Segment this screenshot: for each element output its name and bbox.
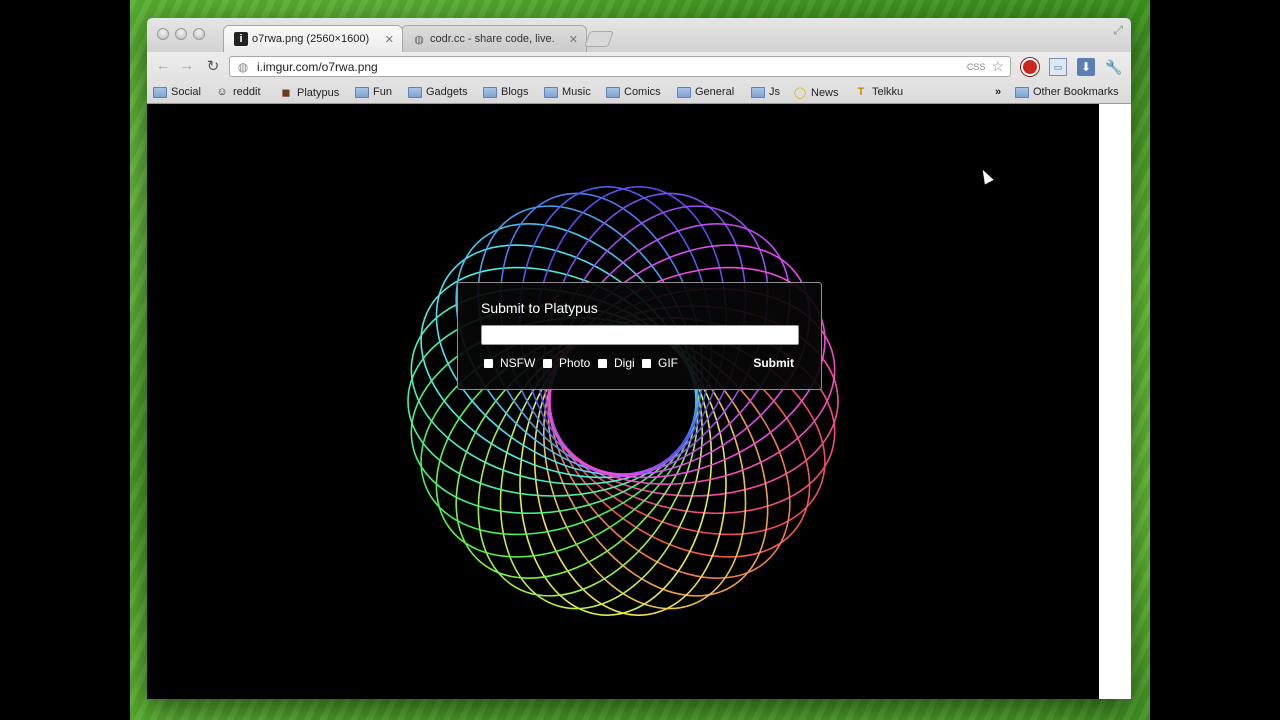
css-extension-icon[interactable]: CSS [967, 62, 986, 72]
folder-icon [751, 86, 765, 98]
spirograph-image [407, 186, 839, 616]
stop-extension-icon[interactable] [1021, 58, 1039, 76]
option-digi[interactable]: Digi [598, 356, 635, 370]
minimize-window-button[interactable] [175, 28, 187, 40]
digi-checkbox[interactable] [598, 358, 607, 368]
photo-checkbox[interactable] [543, 358, 552, 368]
news-icon: ◯ [793, 87, 807, 99]
tab-title: o7rwa.png (2560×1600) [252, 33, 370, 45]
folder-icon [408, 86, 422, 98]
back-button[interactable]: ← [153, 57, 173, 74]
zoom-window-button[interactable] [193, 28, 205, 40]
tab-title: codr.cc - share code, live. [430, 33, 555, 45]
download-extension-icon[interactable]: ⬇ [1077, 58, 1095, 76]
bookmark-blogs[interactable]: Blogs [483, 86, 529, 98]
page-info-icon[interactable]: ◍ [235, 60, 251, 74]
bookmark-music[interactable]: Music [544, 86, 591, 98]
new-tab-button[interactable] [584, 31, 614, 47]
option-nsfw[interactable]: NSFW [484, 356, 535, 370]
folder-icon [544, 86, 558, 98]
url-text[interactable]: i.imgur.com/o7rwa.png [257, 60, 967, 74]
wrench-menu-icon[interactable]: 🔧 [1105, 58, 1123, 76]
folder-icon [1015, 86, 1029, 98]
mouse-cursor-icon [978, 167, 994, 185]
tab-imgur-image[interactable]: i o7rwa.png (2560×1600) ✕ [223, 25, 403, 52]
reddit-icon: ☺ [216, 86, 228, 98]
submit-button[interactable]: Submit [753, 356, 794, 370]
close-tab-icon[interactable]: ✕ [385, 33, 394, 46]
submit-platypus-dialog: Submit to Platypus NSFW Photo Digi GIF S… [457, 282, 822, 390]
address-bar[interactable]: ◍ i.imgur.com/o7rwa.png CSS ☆ [229, 56, 1011, 77]
bookmark-other-bookmarks[interactable]: Other Bookmarks [1015, 86, 1119, 98]
bookmark-general[interactable]: General [677, 86, 734, 98]
gif-checkbox[interactable] [642, 358, 651, 368]
submit-url-input[interactable] [481, 325, 799, 345]
tab-codr[interactable]: ◍ codr.cc - share code, live. ✕ [401, 25, 587, 52]
reload-button[interactable]: ↻ [203, 57, 223, 75]
browser-window: i o7rwa.png (2560×1600) ✕ ◍ codr.cc - sh… [147, 18, 1131, 699]
folder-icon [355, 86, 369, 98]
bookmark-gadgets[interactable]: Gadgets [408, 86, 468, 98]
bookmark-star-icon[interactable]: ☆ [991, 58, 1004, 75]
page-content: Submit to Platypus NSFW Photo Digi GIF S… [147, 104, 1131, 699]
bookmark-news[interactable]: ◯ News [793, 86, 839, 100]
close-window-button[interactable] [157, 28, 169, 40]
option-gif[interactable]: GIF [642, 356, 678, 370]
tab-strip: i o7rwa.png (2560×1600) ✕ ◍ codr.cc - sh… [147, 18, 1131, 52]
window-extension-icon[interactable]: ▭ [1049, 58, 1067, 76]
page-scrollbar[interactable] [1099, 104, 1131, 699]
close-tab-icon[interactable]: ✕ [569, 33, 578, 46]
bookmark-js[interactable]: Js [751, 86, 780, 98]
bookmarks-bar: Social ☺ reddit ◼ Platypus Fun Gadgets Blo… [147, 82, 1131, 104]
fullscreen-icon[interactable]: ⤢ [1113, 23, 1123, 38]
telkku-icon: T [857, 86, 865, 98]
folder-icon [153, 86, 167, 98]
dialog-title: Submit to Platypus [481, 300, 598, 316]
imgur-favicon-icon: i [234, 32, 248, 46]
bookmark-comics[interactable]: Comics [606, 86, 661, 98]
folder-icon [677, 86, 691, 98]
option-photo[interactable]: Photo [543, 356, 590, 370]
bookmark-social[interactable]: Social [153, 86, 201, 98]
bookmarks-overflow-button[interactable]: » [995, 86, 1001, 98]
nsfw-checkbox[interactable] [484, 358, 493, 368]
bookmark-telkku[interactable]: T Telkku [854, 86, 904, 98]
bookmark-platypus[interactable]: ◼ Platypus [279, 86, 339, 100]
bookmark-fun[interactable]: Fun [355, 86, 392, 98]
browser-toolbar: ← → ↻ ◍ i.imgur.com/o7rwa.png CSS ☆ ▭ ⬇ … [147, 52, 1131, 82]
globe-favicon-icon: ◍ [414, 33, 424, 46]
folder-icon [483, 86, 497, 98]
bookmark-reddit[interactable]: ☺ reddit [215, 86, 260, 98]
folder-icon [606, 86, 620, 98]
platypus-icon: ◼ [281, 87, 291, 99]
forward-button[interactable]: → [177, 57, 197, 74]
